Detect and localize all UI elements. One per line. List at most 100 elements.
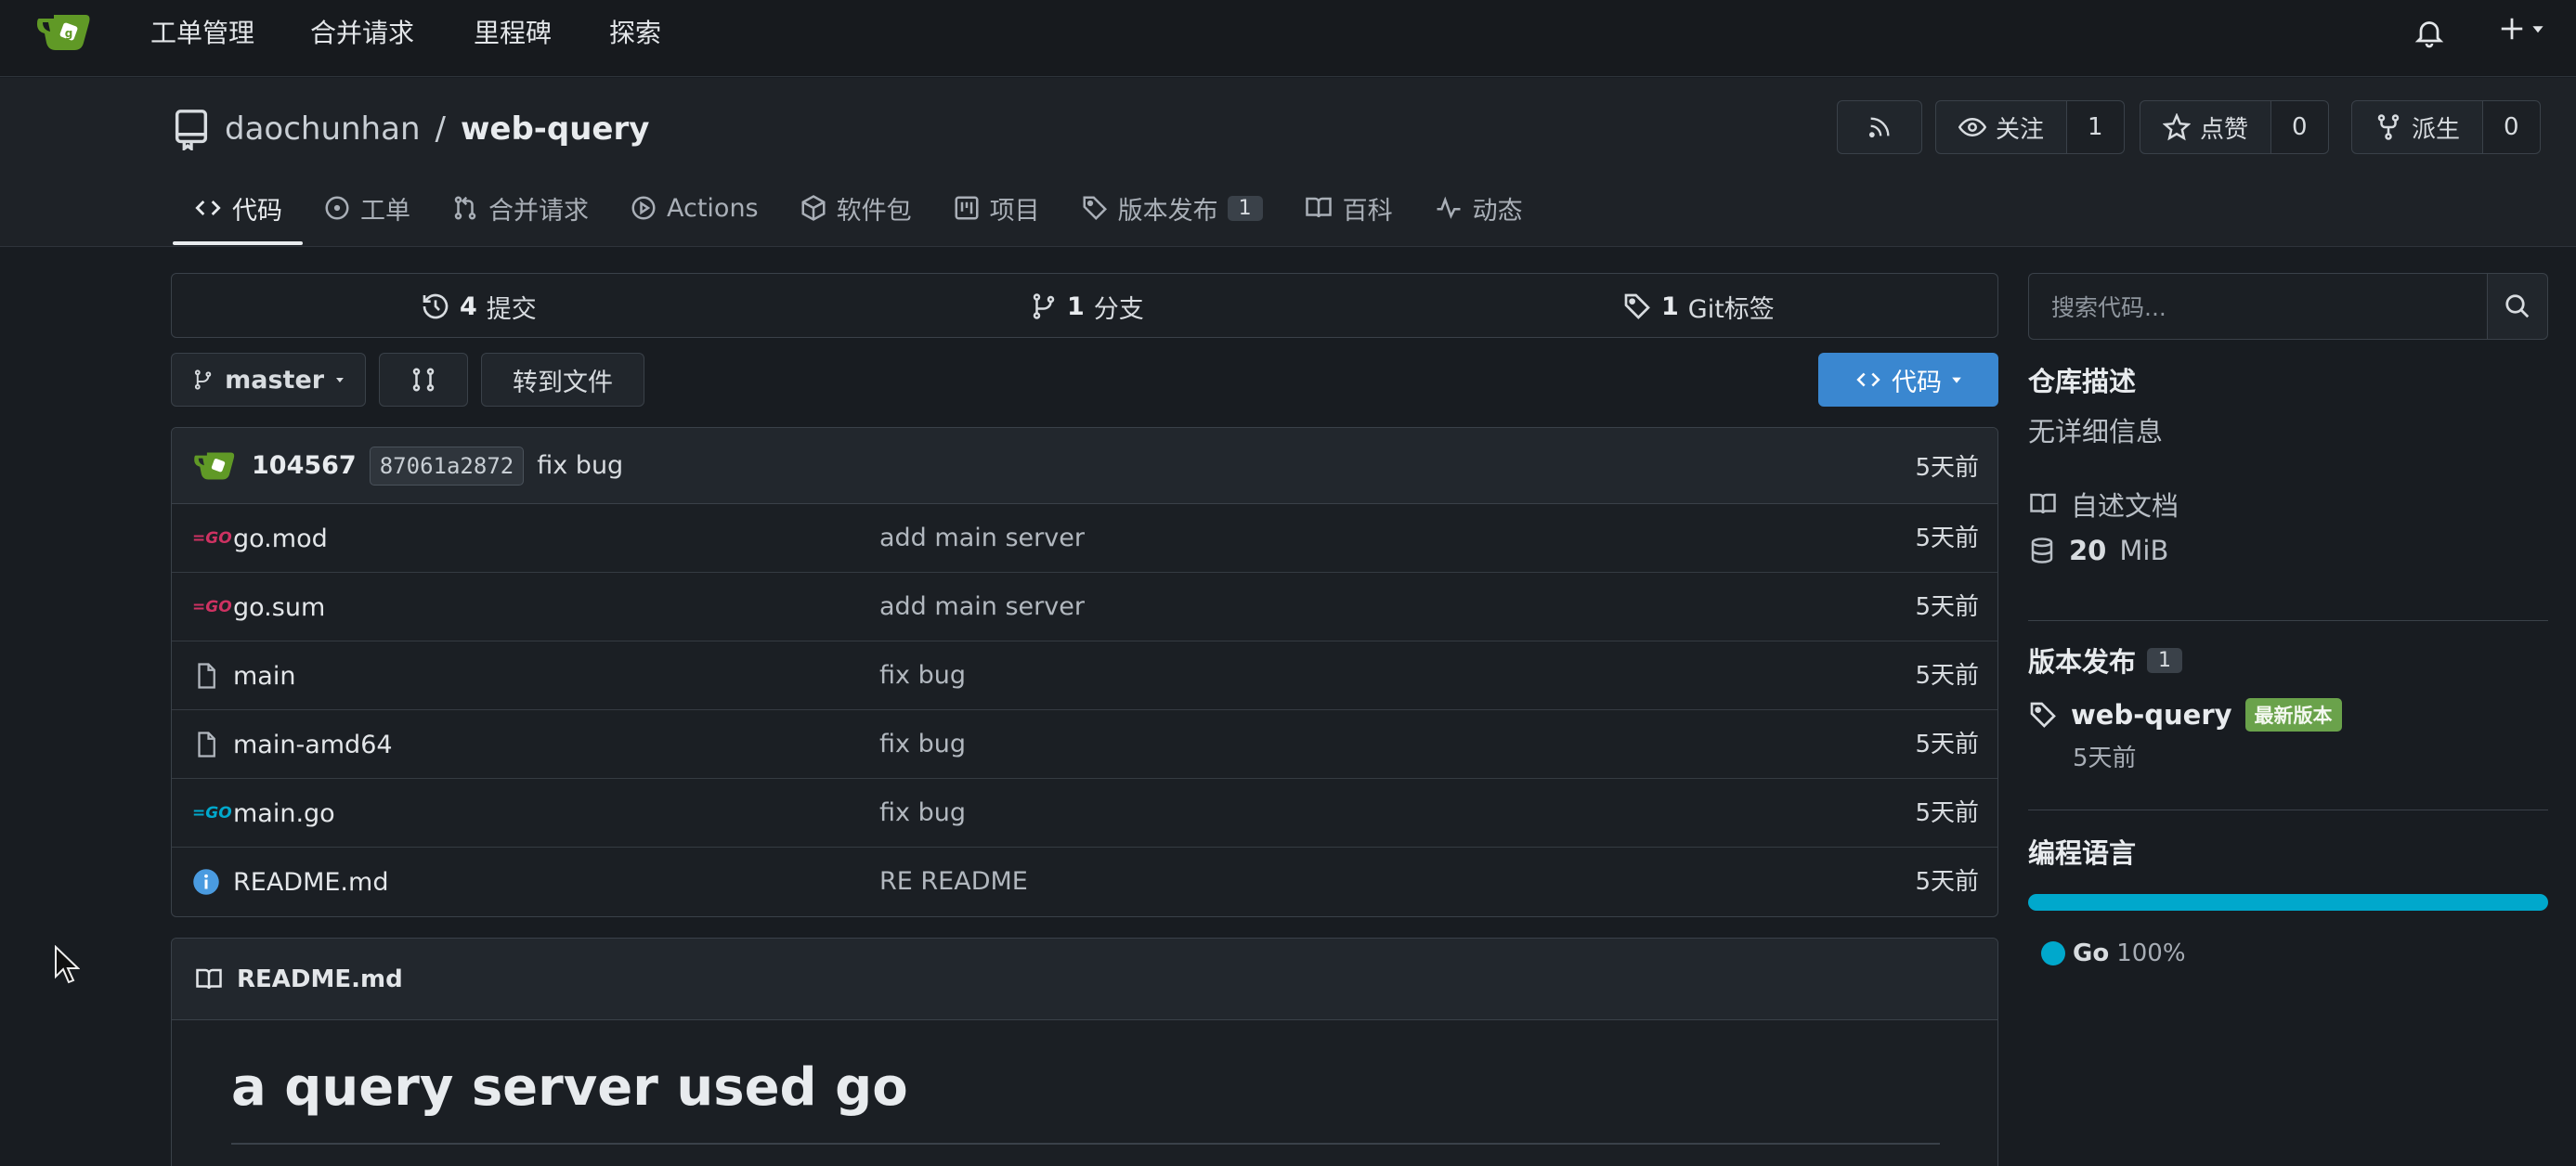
avatar-icon[interactable] — [192, 448, 239, 484]
compare-button[interactable] — [379, 353, 468, 407]
gitea-logo-icon[interactable]: g — [35, 9, 95, 56]
branch-icon — [194, 369, 212, 390]
tab-label: 工单 — [360, 196, 410, 226]
table-row[interactable]: =GO main.go fix bug 5天前 — [172, 779, 1997, 848]
watch-label: 关注 — [1996, 115, 2045, 144]
star-count[interactable]: 0 — [2271, 100, 2329, 154]
fork-button[interactable]: 派生 — [2351, 100, 2484, 154]
tab-activity[interactable]: 动态 — [1413, 171, 1543, 245]
table-row[interactable]: README.md RE README 5天前 — [172, 848, 1997, 916]
code-search: 搜索代码... — [2028, 273, 2548, 340]
tab-packages[interactable]: 软件包 — [779, 171, 932, 245]
clone-code-button[interactable]: 代码 — [1818, 353, 1998, 407]
repo-size: 20 MiB — [2028, 535, 2168, 566]
file-commit-message[interactable]: fix bug — [879, 779, 966, 848]
tab-label: 合并请求 — [488, 196, 589, 226]
tags-count: 1 — [1661, 292, 1679, 321]
table-row[interactable]: =GO go.sum add main server 5天前 — [172, 573, 1997, 641]
tab-releases[interactable]: 版本发布 1 — [1060, 171, 1283, 245]
create-new-menu[interactable] — [2498, 15, 2544, 43]
repo-icon — [175, 110, 208, 150]
mouse-cursor-icon — [54, 945, 80, 986]
go-icon: =GO — [192, 804, 232, 823]
caret-down-icon — [1952, 377, 1961, 383]
plus-icon — [2501, 18, 2523, 40]
file-commit-message[interactable]: add main server — [879, 573, 1085, 641]
languages-title: 编程语言 — [2028, 837, 2137, 869]
tag-icon — [1624, 293, 1650, 319]
nav-pull-requests[interactable]: 合并请求 — [310, 15, 414, 52]
search-icon — [2505, 294, 2530, 318]
star-icon — [2163, 113, 2191, 141]
caret-down-icon — [336, 378, 345, 382]
rss-button[interactable] — [1837, 100, 1922, 154]
repo-size-unit: MiB — [2119, 535, 2169, 566]
file-name[interactable]: go.sum — [233, 593, 325, 622]
readme-heading: a query server used go — [231, 1057, 908, 1118]
tab-wiki[interactable]: 百科 — [1283, 171, 1413, 245]
table-row[interactable]: =GO go.mod add main server 5天前 — [172, 504, 1997, 573]
branches-stat[interactable]: 1 分支 — [1030, 274, 1144, 339]
file-icon — [198, 732, 215, 758]
file-commit-message[interactable]: fix bug — [879, 710, 966, 779]
tab-label: 代码 — [232, 196, 282, 226]
commit-message[interactable]: fix bug — [537, 451, 623, 480]
go-to-file-button[interactable]: 转到文件 — [481, 353, 644, 407]
readme-link[interactable]: 自述文档 — [2028, 485, 2179, 524]
commits-stat[interactable]: 4 提交 — [421, 274, 537, 339]
language-color-dot — [2041, 941, 2065, 965]
table-row[interactable]: main fix bug 5天前 — [172, 641, 1997, 710]
eye-icon — [1958, 117, 1986, 137]
latest-release: web-query 最新版本 — [2028, 698, 2342, 732]
file-commit-message[interactable]: add main server — [879, 504, 1085, 573]
fork-label: 派生 — [2412, 115, 2461, 144]
branches-label: 分支 — [1093, 294, 1144, 324]
fork-count[interactable]: 0 — [2483, 100, 2541, 154]
tab-label: 百科 — [1342, 196, 1393, 226]
nav-milestones[interactable]: 里程碑 — [474, 15, 552, 52]
history-icon — [423, 293, 449, 319]
table-row[interactable]: main-amd64 fix bug 5天前 — [172, 710, 1997, 779]
file-name[interactable]: go.mod — [233, 525, 328, 553]
branch-icon — [1033, 293, 1055, 319]
repo-name-link[interactable]: web-query — [461, 110, 649, 148]
tab-pull-requests[interactable]: 合并请求 — [431, 171, 609, 245]
tab-projects[interactable]: 项目 — [932, 171, 1060, 245]
code-icon — [1856, 372, 1880, 387]
database-icon — [2031, 538, 2053, 564]
branch-selector[interactable]: master — [171, 353, 366, 407]
tags-stat[interactable]: 1 Git标签 — [1622, 274, 1775, 339]
watch-count[interactable]: 1 — [2067, 100, 2125, 154]
star-button[interactable]: 点赞 — [2140, 100, 2272, 154]
commit-sha[interactable]: 87061a2872 — [369, 446, 525, 486]
releases-title: 版本发布 — [2028, 646, 2137, 678]
file-name[interactable]: main.go — [233, 799, 335, 828]
repo-owner-link[interactable]: daochunhan — [225, 110, 421, 148]
file-name[interactable]: main — [233, 662, 295, 691]
repo-description-text: 无详细信息 — [2028, 416, 2164, 447]
nav-issues-management[interactable]: 工单管理 — [150, 15, 254, 52]
tab-code[interactable]: 代码 — [173, 171, 303, 245]
release-name-link[interactable]: web-query — [2071, 699, 2232, 731]
file-name[interactable]: main-amd64 — [233, 731, 393, 759]
notifications-bell-icon[interactable] — [2413, 15, 2446, 50]
tag-icon — [2030, 702, 2056, 728]
search-button[interactable] — [2487, 273, 2548, 340]
pulse-icon — [1437, 196, 1461, 219]
releases-section-title[interactable]: 版本发布 1 — [2028, 641, 2183, 680]
file-commit-message[interactable]: fix bug — [879, 641, 966, 710]
code-icon — [195, 201, 221, 215]
watch-button[interactable]: 关注 — [1935, 100, 2068, 154]
search-input[interactable]: 搜索代码... — [2028, 273, 2487, 340]
readme-filename[interactable]: README.md — [237, 965, 403, 993]
tab-issues[interactable]: 工单 — [303, 171, 431, 245]
tab-actions[interactable]: Actions — [609, 171, 779, 245]
latest-commit-row: 104567 87061a2872 fix bug 5天前 — [172, 428, 1997, 504]
file-name[interactable]: README.md — [233, 868, 388, 897]
nav-explore[interactable]: 探索 — [609, 15, 661, 52]
file-icon — [198, 663, 215, 689]
readme-panel: README.md a query server used go — [171, 938, 1998, 1166]
file-commit-message[interactable]: RE README — [879, 848, 1028, 916]
commit-author[interactable]: 104567 — [252, 451, 357, 480]
releases-count-badge: 1 — [2147, 647, 2183, 673]
